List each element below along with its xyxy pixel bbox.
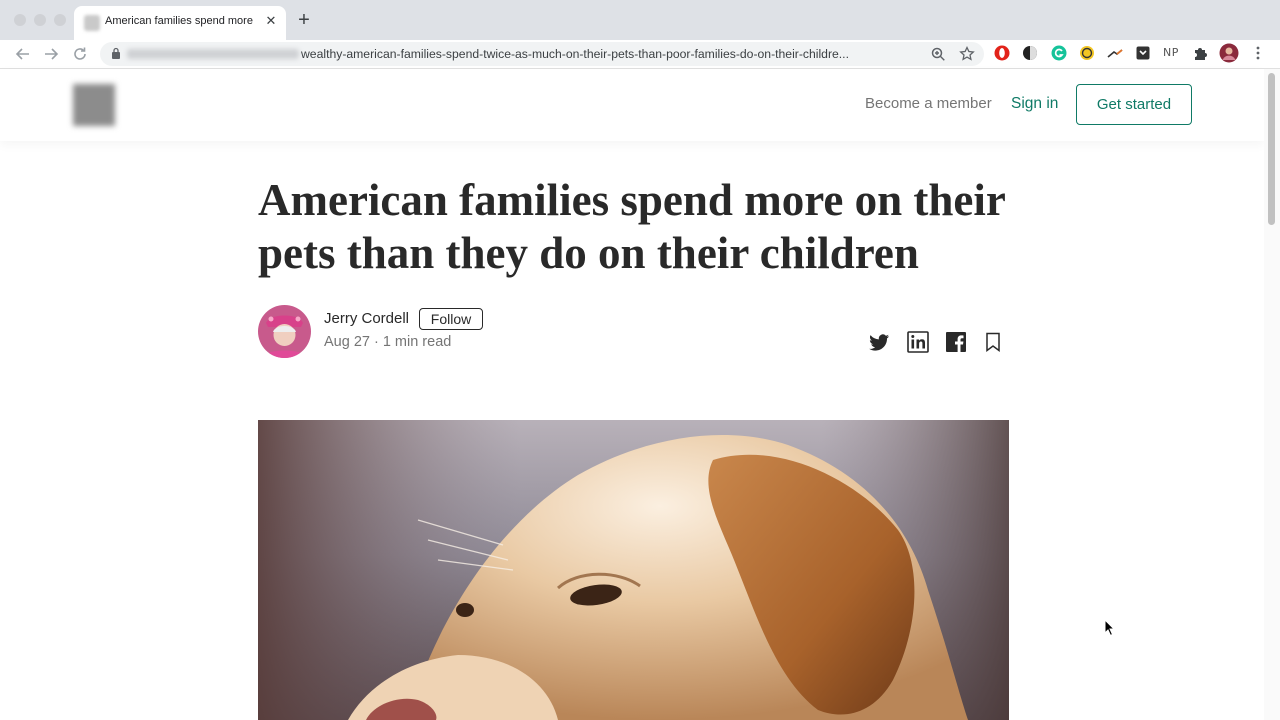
dark-reader-icon[interactable] bbox=[1021, 44, 1039, 62]
site-logo-icon[interactable] bbox=[73, 84, 115, 126]
site-header: Become a member Sign in Get started bbox=[0, 69, 1264, 141]
article-title: American families spend more on their pe… bbox=[258, 175, 1006, 278]
bookmark-icon[interactable] bbox=[981, 330, 1005, 354]
kebab-menu-icon[interactable] bbox=[1249, 44, 1267, 62]
become-member-link[interactable]: Become a member bbox=[865, 95, 992, 112]
twitter-icon[interactable] bbox=[867, 330, 891, 354]
window-close-dot[interactable] bbox=[14, 14, 26, 26]
browser-tab-bar: American families spend more ✕ + bbox=[0, 0, 1280, 40]
browser-toolbar: wealthy-american-families-spend-twice-as… bbox=[0, 40, 1280, 68]
linkedin-icon[interactable] bbox=[906, 330, 930, 354]
blurred-domain bbox=[127, 49, 299, 59]
author-avatar[interactable] bbox=[258, 305, 311, 358]
tab-favicon-icon bbox=[84, 15, 100, 31]
opera-extension-icon[interactable] bbox=[993, 44, 1011, 62]
tab-close-icon[interactable]: ✕ bbox=[263, 13, 279, 29]
lock-icon[interactable] bbox=[111, 47, 121, 59]
reload-icon[interactable] bbox=[70, 44, 90, 64]
back-arrow-icon[interactable] bbox=[13, 44, 33, 64]
puzzle-extensions-icon[interactable] bbox=[1191, 44, 1209, 62]
scrollbar-thumb[interactable] bbox=[1268, 73, 1275, 225]
window-zoom-dot[interactable] bbox=[54, 14, 66, 26]
star-icon[interactable] bbox=[958, 45, 976, 63]
address-bar[interactable]: wealthy-american-families-spend-twice-as… bbox=[100, 42, 984, 66]
np-extension-icon[interactable]: NP bbox=[1163, 44, 1181, 62]
tab-title: American families spend more bbox=[105, 15, 253, 27]
read-time: 1 min read bbox=[382, 334, 452, 350]
new-tab-button[interactable]: + bbox=[294, 10, 314, 30]
hero-image[interactable] bbox=[258, 420, 1009, 720]
eyedropper-icon[interactable] bbox=[1106, 44, 1124, 62]
profile-avatar-icon[interactable] bbox=[1219, 43, 1239, 63]
address-url[interactable]: wealthy-american-families-spend-twice-as… bbox=[301, 47, 921, 61]
facebook-icon[interactable] bbox=[944, 330, 968, 354]
window-minimize-dot[interactable] bbox=[34, 14, 46, 26]
sign-in-link[interactable]: Sign in bbox=[1011, 95, 1058, 113]
pocket-icon[interactable] bbox=[1134, 44, 1152, 62]
zoom-icon[interactable] bbox=[929, 45, 947, 63]
page-scrollbar[interactable] bbox=[1264, 69, 1280, 720]
author-name[interactable]: Jerry Cordell bbox=[324, 310, 409, 327]
forward-arrow-icon[interactable] bbox=[41, 44, 61, 64]
grammarly-icon[interactable] bbox=[1050, 44, 1068, 62]
publish-date: Aug 27 bbox=[324, 334, 370, 350]
coin-extension-icon[interactable] bbox=[1078, 44, 1096, 62]
meta-separator: · bbox=[373, 334, 379, 350]
get-started-button[interactable]: Get started bbox=[1076, 84, 1192, 125]
mouse-cursor-icon bbox=[1104, 619, 1116, 637]
article-meta: Aug 27 · 1 min read bbox=[324, 334, 451, 350]
browser-tab[interactable]: American families spend more ✕ bbox=[74, 6, 286, 40]
follow-button[interactable]: Follow bbox=[419, 308, 483, 330]
